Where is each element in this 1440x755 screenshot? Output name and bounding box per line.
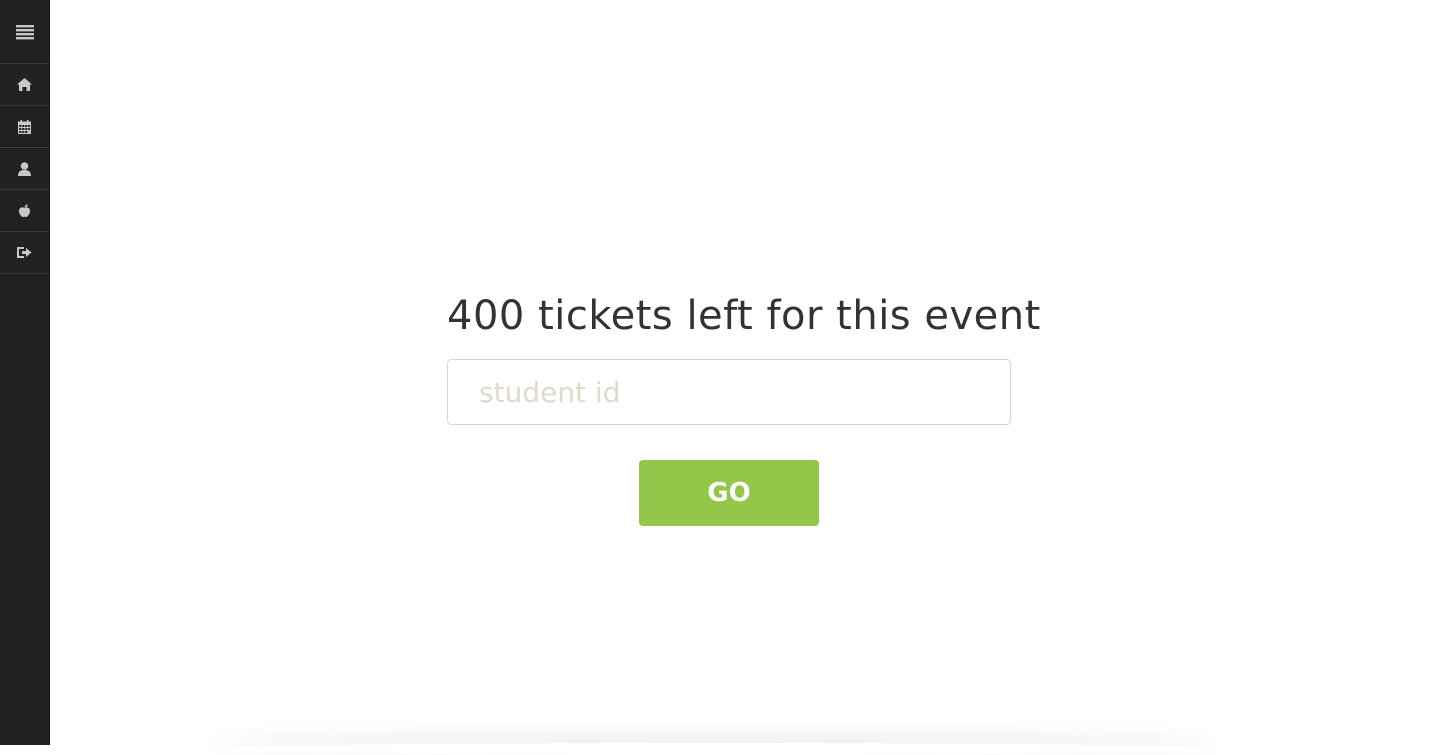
ticket-form: 400 tickets left for this event GO [447, 288, 1041, 526]
sidebar-item-home[interactable] [0, 64, 49, 106]
menu-icon [15, 24, 34, 40]
student-id-input[interactable] [447, 359, 1011, 425]
main-content: 400 tickets left for this event GO [50, 0, 1440, 745]
logout-icon [17, 246, 32, 259]
sidebar-toggle-button[interactable] [0, 0, 49, 64]
home-icon [17, 78, 32, 91]
sidebar-item-profile[interactable] [0, 148, 49, 190]
sidebar [0, 0, 50, 745]
user-icon [18, 161, 31, 176]
sidebar-item-calendar[interactable] [0, 106, 49, 148]
calendar-icon [18, 119, 31, 134]
sidebar-item-apple[interactable] [0, 190, 49, 232]
apple-icon [19, 204, 30, 217]
sidebar-item-logout[interactable] [0, 232, 49, 274]
student-id-field-wrapper [447, 359, 1011, 425]
go-button[interactable]: GO [639, 460, 819, 526]
tickets-left-heading: 400 tickets left for this event [447, 293, 1041, 339]
